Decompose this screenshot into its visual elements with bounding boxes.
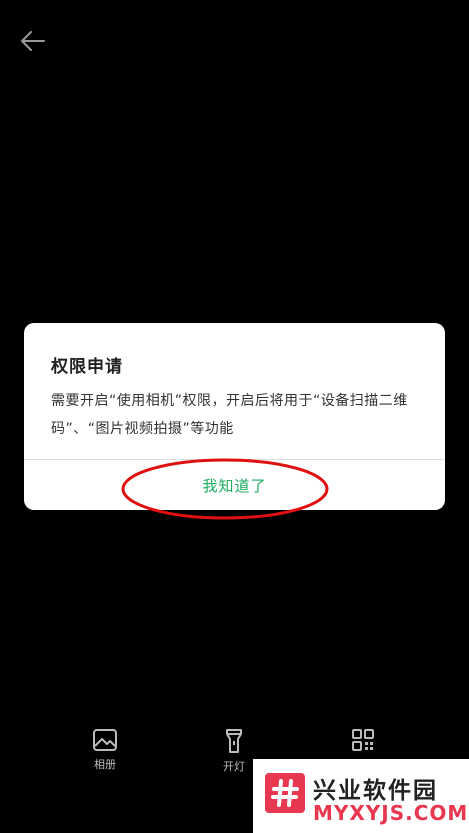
qrcode-button[interactable] bbox=[333, 728, 393, 752]
qrcode-icon bbox=[352, 729, 374, 751]
dialog-message: 需要开启“使用相机”权限，开启后将用于“设备扫描二维码”、“图片视频拍摄”等功能 bbox=[51, 393, 408, 437]
album-label: 相册 bbox=[94, 758, 116, 771]
watermark-domain: MYXYJS.COM bbox=[313, 801, 469, 825]
permission-dialog: 权限申请 需要开启“使用相机”权限，开启后将用于“设备扫描二维码”、“图片视频拍… bbox=[24, 323, 445, 510]
arrow-left-icon bbox=[21, 31, 45, 51]
hash-logo-icon bbox=[265, 773, 305, 813]
camera-scan-screen: 权限申请 需要开启“使用相机”权限，开启后将用于“设备扫描二维码”、“图片视频拍… bbox=[0, 0, 469, 833]
back-button[interactable] bbox=[16, 24, 50, 58]
album-button[interactable]: 相册 bbox=[75, 728, 135, 772]
dialog-title: 权限申请 bbox=[51, 357, 123, 377]
watermark-title: 兴业软件园 bbox=[313, 778, 438, 804]
got-it-button[interactable]: 我知道了 bbox=[24, 460, 445, 510]
flashlight-label: 开灯 bbox=[223, 760, 245, 773]
site-watermark: 兴业软件园 MYXYJS.COM bbox=[253, 759, 469, 833]
image-icon bbox=[93, 729, 117, 751]
flashlight-icon bbox=[226, 729, 242, 753]
